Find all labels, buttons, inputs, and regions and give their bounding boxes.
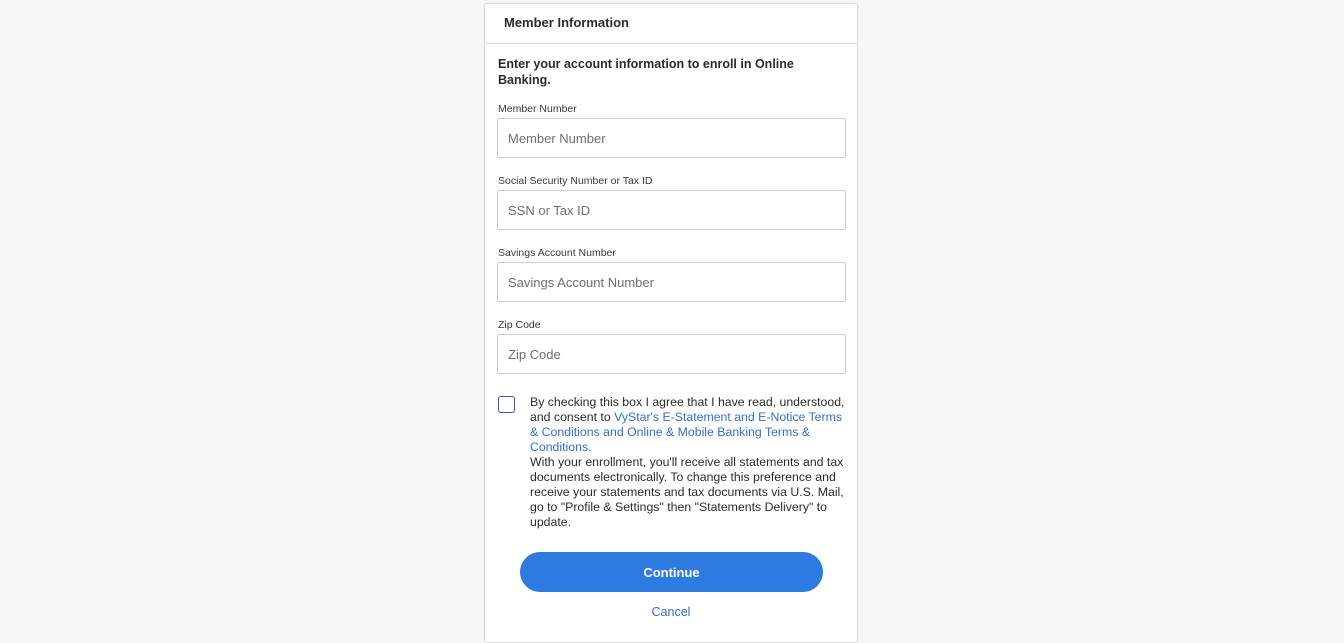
member-information-card: Member Information Enter your account in… bbox=[484, 3, 858, 643]
savings-account-input[interactable] bbox=[497, 262, 846, 302]
ssn-label: Social Security Number or Tax ID bbox=[498, 175, 653, 187]
zip-code-input[interactable] bbox=[497, 334, 846, 374]
consent-checkbox[interactable] bbox=[498, 396, 515, 413]
zip-code-label: Zip Code bbox=[498, 319, 541, 331]
zip-code-field: Zip Code bbox=[497, 319, 846, 374]
savings-account-field: Savings Account Number bbox=[497, 247, 846, 302]
consent-section: By checking this box I agree that I have… bbox=[497, 395, 845, 530]
member-number-input[interactable] bbox=[497, 118, 846, 158]
ssn-input[interactable] bbox=[497, 190, 846, 230]
card-body: Enter your account information to enroll… bbox=[485, 56, 857, 619]
consent-text: By checking this box I agree that I have… bbox=[530, 395, 845, 530]
member-number-field: Member Number bbox=[497, 103, 846, 158]
continue-button[interactable]: Continue bbox=[520, 552, 823, 592]
member-number-label: Member Number bbox=[498, 103, 577, 115]
consent-text-details: With your enrollment, you'll receive all… bbox=[530, 455, 844, 529]
cancel-link[interactable]: Cancel bbox=[497, 605, 845, 619]
intro-text: Enter your account information to enroll… bbox=[498, 57, 794, 87]
card-title: Member Information bbox=[485, 4, 857, 44]
ssn-field: Social Security Number or Tax ID bbox=[497, 175, 846, 230]
savings-account-label: Savings Account Number bbox=[498, 247, 616, 259]
